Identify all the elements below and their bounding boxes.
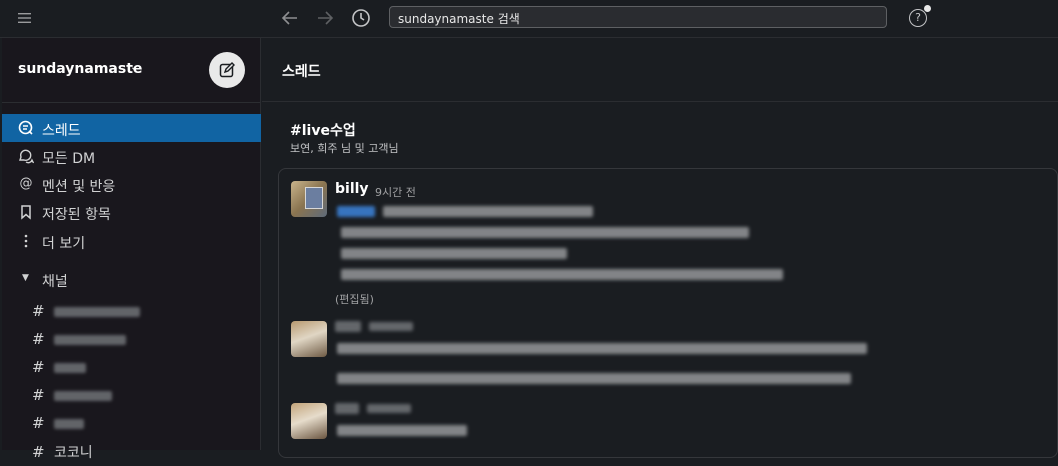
hamburger-icon[interactable] [18,12,31,24]
sidebar-item-label: 스레드 [42,123,81,139]
hash-icon: # [32,443,45,461]
help-icon[interactable]: ? [909,9,927,27]
redacted-channel-name [54,419,84,429]
avatar[interactable] [291,181,327,217]
main-header: 스레드 [262,38,1058,102]
redacted-text [383,206,593,217]
channel-item[interactable]: # 코코니 [2,438,261,466]
dm-icon [19,149,34,164]
chevron-down-icon[interactable]: ⌄ [130,62,138,73]
redacted-author [335,321,361,332]
page-title: 스레드 [282,64,321,80]
compose-icon [219,62,235,78]
redacted-channel-name [54,391,112,401]
caret-down-icon[interactable]: ▼ [22,273,29,283]
avatar[interactable] [291,321,327,357]
redacted-channel-name [54,363,86,373]
thread-channel-name[interactable]: #live수업 [290,120,356,140]
redacted-text [341,269,783,280]
sidebar-item-more[interactable]: 더 보기 [2,227,261,255]
more-vertical-icon [24,234,28,248]
redacted-channel-name [54,335,126,345]
message-author[interactable]: billy [335,181,369,197]
threads-icon [18,120,33,135]
redacted-text [341,248,567,259]
redacted-channel-name [54,307,140,317]
bookmark-icon [21,205,31,220]
redacted-time [369,322,413,331]
workspace-name[interactable]: sundaynamaste [18,61,142,77]
hash-icon: # [32,358,45,376]
thread-card: billy 9시간 전 (편집됨) [278,168,1058,458]
edited-label: (편집됨) [335,293,374,306]
message-time[interactable]: 9시간 전 [375,184,416,200]
sidebar-item-saved[interactable]: 저장된 항목 [2,198,261,226]
redacted-text [337,343,867,354]
hash-icon: # [32,414,45,432]
channel-name: 코코니 [54,445,93,461]
compose-button[interactable] [209,52,245,88]
sidebar: sundaynamaste ⌄ 스레드 모든 DM @ 멘션 및 반응 저장된 … [2,38,261,461]
redacted-mention [337,206,375,217]
channel-item[interactable]: # [2,297,261,325]
avatar[interactable] [291,403,327,439]
redacted-text [337,373,851,384]
thread-participants: 보연, 희주 님 및 고객님 [290,142,399,155]
workspace-header: sundaynamaste ⌄ [2,38,261,103]
redacted-time [367,404,411,413]
channels-section-header[interactable]: ▼ 채널 [2,265,261,293]
channel-item[interactable]: # [2,325,261,353]
search-text: sundaynamaste 검색 [398,12,520,26]
redacted-text [341,227,749,238]
hash-icon: # [32,330,45,348]
channel-item[interactable]: # [2,409,261,437]
hash-icon: # [32,302,45,320]
clock-icon[interactable] [351,8,371,28]
arrow-left-icon[interactable] [281,10,299,26]
channel-item[interactable]: # [2,381,261,409]
at-icon: @ [19,176,33,191]
top-bar: sundaynamaste 검색 ? [0,0,1058,38]
redacted-author [335,403,359,414]
redacted-text [337,425,467,436]
sidebar-item-label: 모든 DM [42,151,96,167]
sidebar-item-mentions[interactable]: @ 멘션 및 반응 [2,170,261,198]
sidebar-item-label: 더 보기 [42,236,86,252]
channels-label: 채널 [42,274,68,290]
sidebar-item-all-dms[interactable]: 모든 DM [2,142,261,170]
hash-icon: # [32,386,45,404]
search-input[interactable]: sundaynamaste 검색 [389,6,887,28]
arrow-right-icon[interactable] [316,10,334,26]
channel-item[interactable]: # [2,353,261,381]
sidebar-item-label: 멘션 및 반응 [42,179,116,195]
sidebar-item-threads[interactable]: 스레드 [2,114,261,142]
main-panel: 스레드 #live수업 보연, 희주 님 및 고객님 billy 9시간 전 (… [262,38,1058,458]
sidebar-item-label: 저장된 항목 [42,207,111,223]
notification-dot [924,5,931,12]
